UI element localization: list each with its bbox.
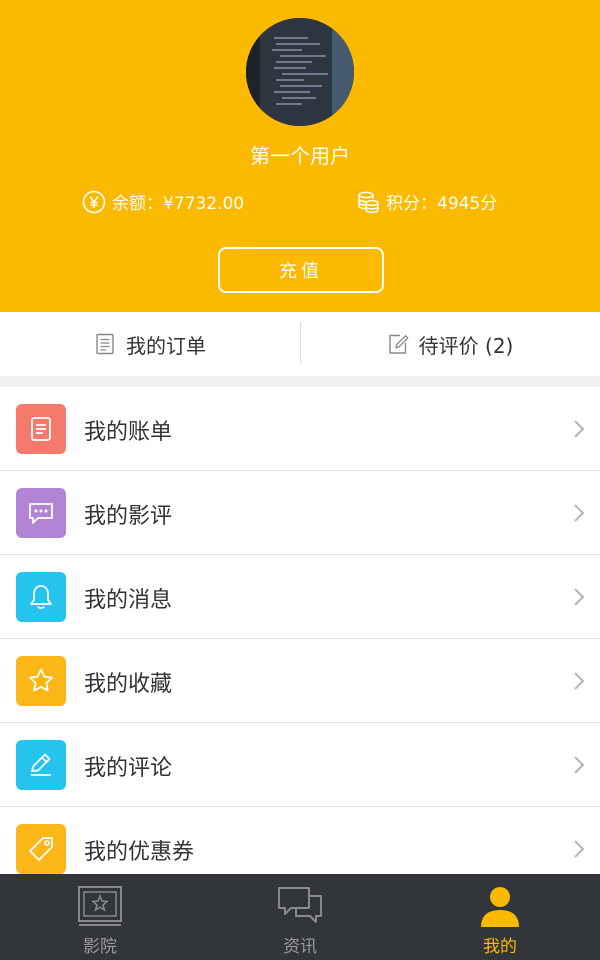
tab-label: 我的订单 [126,333,206,358]
badge [16,488,66,538]
chevron-right-icon [574,420,585,438]
menu-item-messages[interactable]: 我的消息 [0,555,600,639]
points-stat: 积分：4945分 [356,189,497,214]
badge [16,404,66,454]
tabbar-item-me[interactable]: 我的 [400,874,600,960]
tag-icon [29,837,53,861]
badge [16,656,66,706]
bill-icon [31,417,51,441]
yen-icon [82,190,106,213]
pencil-icon [31,753,51,776]
menu-label: 我的优惠券 [84,840,195,865]
edit-icon [388,334,409,354]
balance-stat: 余额：¥7732.00 [82,189,244,214]
tabbar-item-cinema[interactable]: 影院 [0,874,200,960]
menu-item-reviews[interactable]: 我的影评 [0,471,600,555]
person-icon [481,887,519,927]
menu-item-comments[interactable]: 我的评论 [0,723,600,807]
tabbar-label: 我的 [483,937,517,957]
cinema-icon [78,886,122,926]
tab-pending-review[interactable]: 待评价 (2) [300,312,600,376]
tab-divider [300,322,301,364]
tabbar-item-news[interactable]: 资讯 [200,874,400,960]
chevron-right-icon [574,504,585,522]
comment-icon [29,503,53,524]
points-text: 积分：4945分 [386,194,498,214]
username: 第一个用户 [250,144,350,168]
menu-list: 我的账单 我的影评 我的消息 我的收藏 我的评论 我的优惠券 [0,387,600,891]
tab-my-orders[interactable]: 我的订单 [0,312,300,376]
badge [16,824,66,874]
chevron-right-icon [574,756,585,774]
menu-label: 我的消息 [84,588,173,613]
menu-item-bill[interactable]: 我的账单 [0,387,600,471]
tabbar-label: 资讯 [283,937,317,957]
star-icon [29,668,53,692]
tab-label: 待评价 (2) [418,333,514,358]
menu-label: 我的评论 [84,756,173,781]
badge [16,572,66,622]
profile-header: 第一个用户 余额：¥7732.00 积分：4945分 充值 [0,0,600,312]
badge [16,740,66,790]
menu-item-favorites[interactable]: 我的收藏 [0,639,600,723]
chevron-right-icon [574,588,585,606]
chevron-right-icon [574,672,585,690]
chevron-right-icon [574,840,585,858]
menu-label: 我的影评 [84,504,173,529]
menu-label: 我的账单 [84,420,173,445]
bell-icon [30,585,52,609]
tabbar-label: 影院 [83,937,117,957]
menu-label: 我的收藏 [84,672,173,697]
coins-icon [358,191,379,213]
list-icon [96,333,114,355]
chat-icon [278,887,322,923]
recharge-button[interactable]: 充值 [218,247,384,293]
bottom-tab-bar: 影院 资讯 我的 [0,874,600,960]
avatar[interactable] [246,18,354,126]
balance-text: 余额：¥7732.00 [112,194,245,214]
